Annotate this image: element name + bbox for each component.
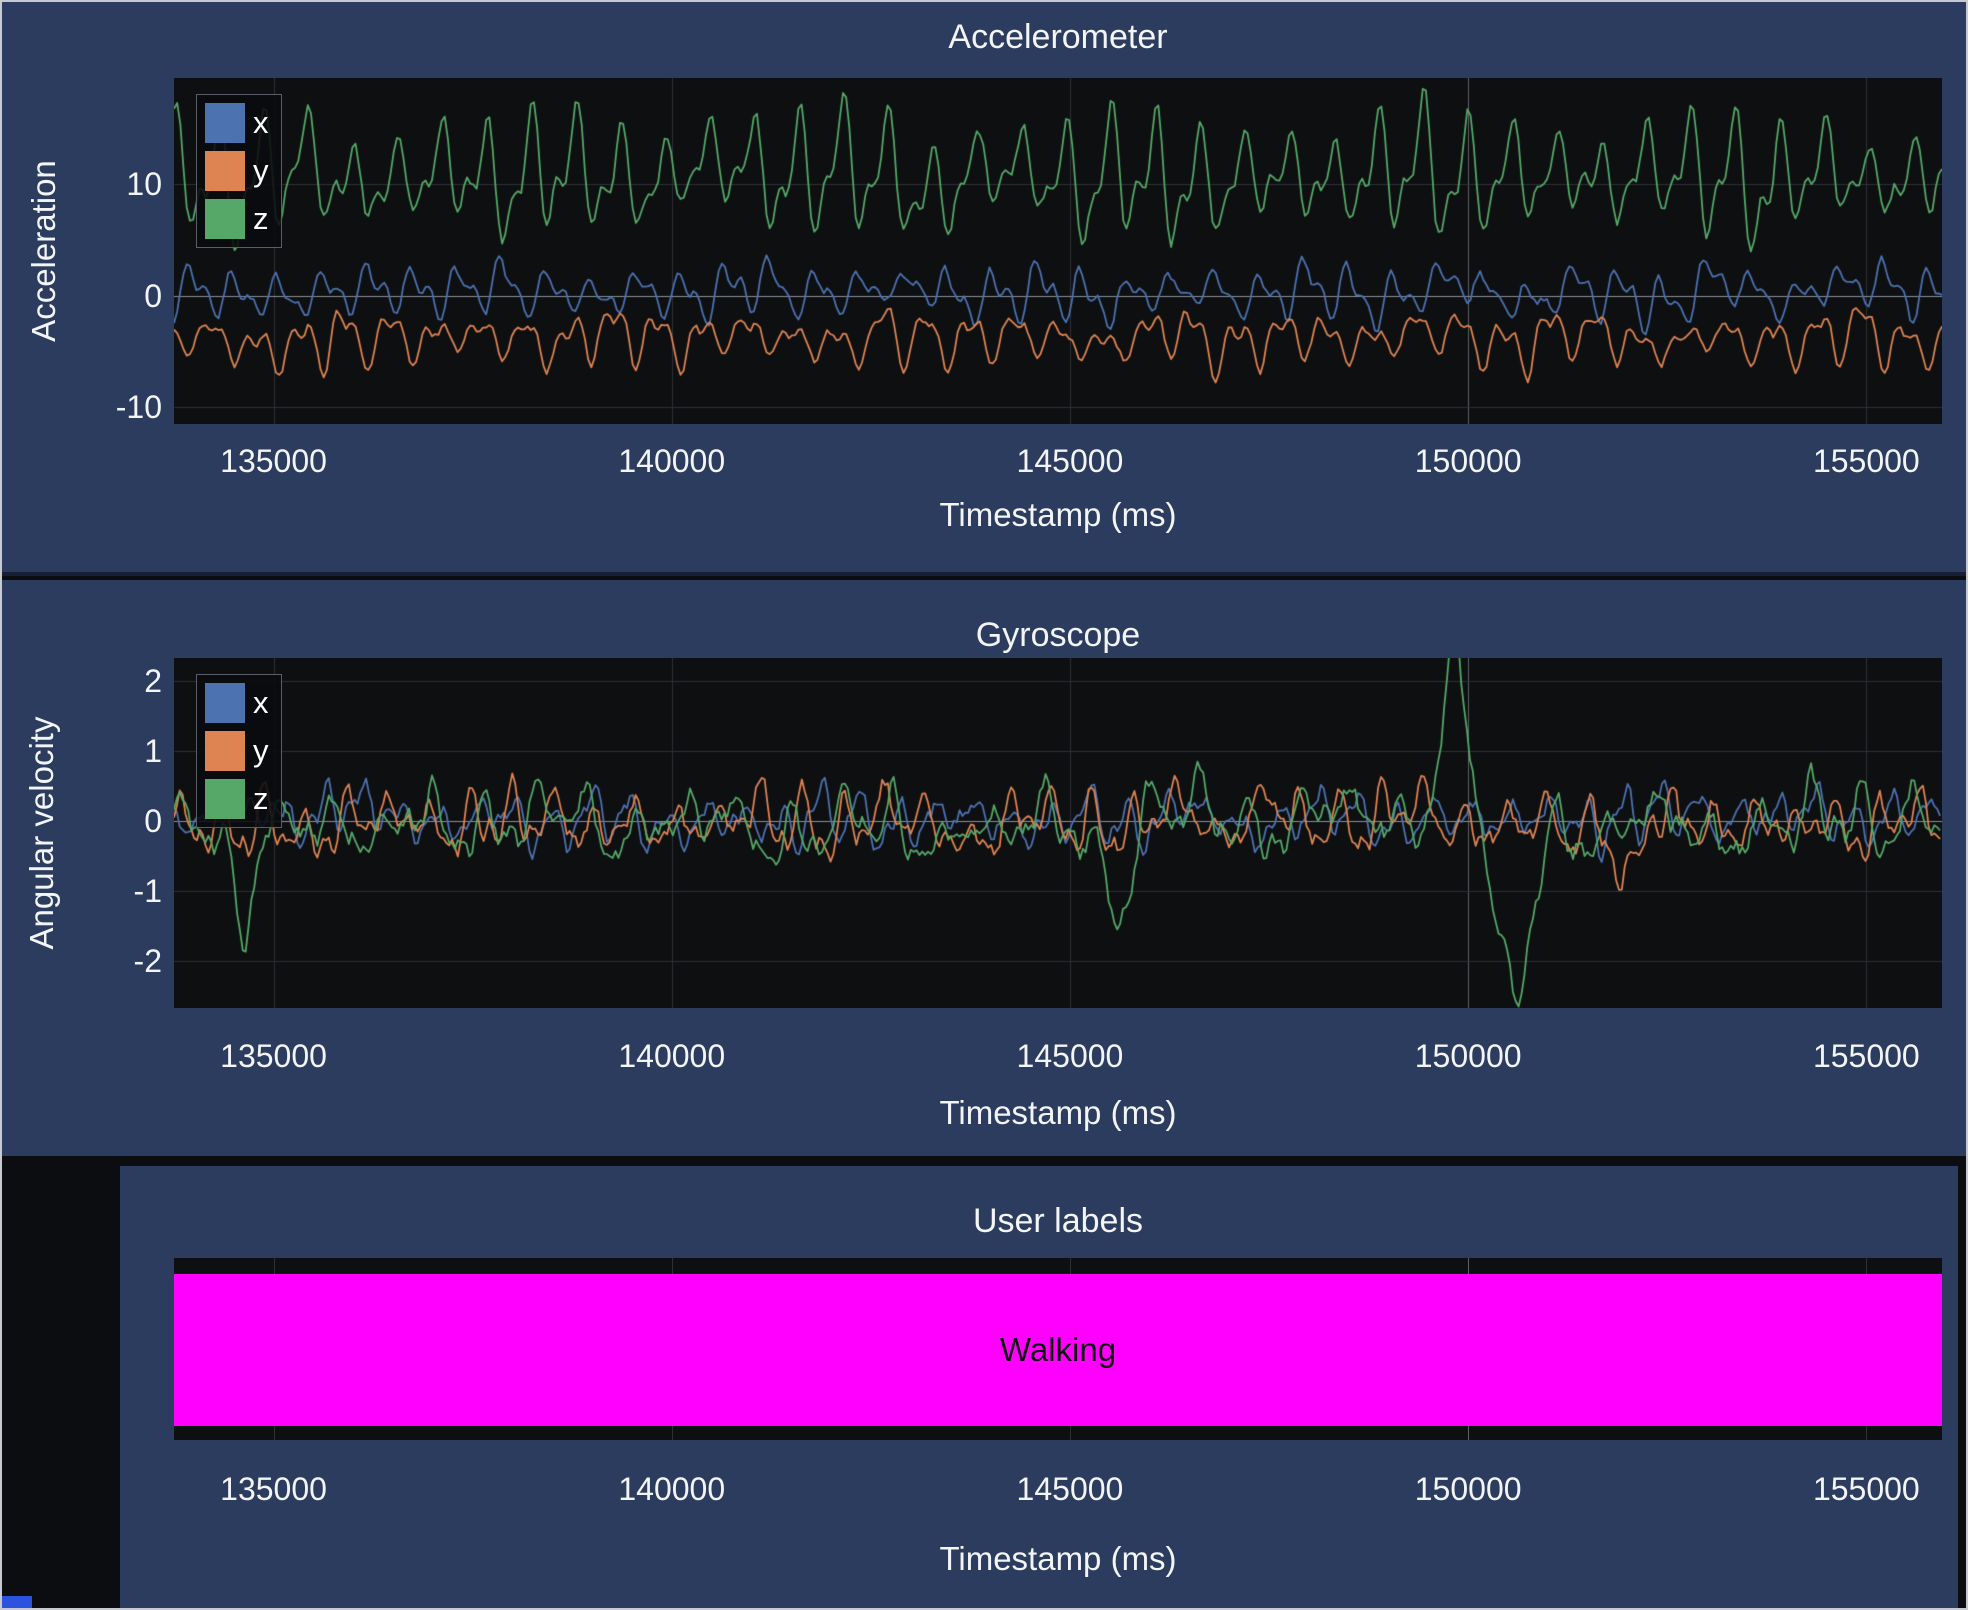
x-tick-label: 140000 [587,1468,757,1510]
legend-label: z [253,779,269,819]
legend-swatch-z [205,199,245,239]
band-label: Walking [1000,1331,1116,1369]
x-tick-label: 140000 [587,440,757,482]
gyroscope-plot[interactable]: xyz [174,658,1942,1008]
legend-label: y [253,731,269,771]
y-tick-label: 2 [12,660,162,702]
x-tick-label: 150000 [1383,440,1553,482]
x-tick-label: 155000 [1781,440,1951,482]
accelerometer-x-axis-label: Timestamp (ms) [174,494,1942,536]
x-tick-label: 140000 [587,1035,757,1077]
legend-label: z [253,199,269,239]
gyroscope-legend: xyz [196,674,282,828]
y-tick-label: -1 [12,870,162,912]
x-tick-label: 150000 [1383,1468,1553,1510]
x-tick-label: 145000 [985,1468,1155,1510]
legend-swatch-x [205,683,245,723]
legend-label: x [253,103,269,143]
legend-label: x [253,683,269,723]
y-tick-label: 1 [12,730,162,772]
x-tick-label: 150000 [1383,1035,1553,1077]
gyroscope-x-axis-label: Timestamp (ms) [174,1092,1942,1134]
x-tick-label: 135000 [189,440,359,482]
x-tick-label: 155000 [1781,1035,1951,1077]
x-tick-label: 135000 [189,1035,359,1077]
y-tick-label: 10 [12,163,162,205]
gyroscope-canvas[interactable] [174,658,1942,1008]
accelerometer-title: Accelerometer [174,16,1942,58]
y-tick-label: -2 [12,940,162,982]
x-tick-label: 135000 [189,1468,359,1510]
legend-item-z: z [205,199,269,239]
x-tick-label: 145000 [985,440,1155,482]
legend-swatch-y [205,151,245,191]
legend-item-z: z [205,779,269,819]
legend-swatch-y [205,731,245,771]
sensor-dashboard: Accelerometer Acceleration xyz Timestamp… [0,0,1968,1610]
legend-item-y: y [205,151,269,191]
legend-label: y [253,151,269,191]
legend-swatch-x [205,103,245,143]
walking-label-band[interactable]: Walking [174,1274,1942,1426]
user-labels-plot[interactable]: Walking [174,1258,1942,1440]
user-labels-section: User labels Walking Timestamp (ms) 13500… [2,1156,1966,1608]
accelerometer-canvas[interactable] [174,78,1942,424]
accelerometer-legend: xyz [196,94,282,248]
user-labels-title: User labels [174,1200,1942,1242]
user-labels-x-axis-label: Timestamp (ms) [174,1538,1942,1580]
x-tick-label: 145000 [985,1035,1155,1077]
legend-item-x: x [205,103,269,143]
corner-accent [2,1596,32,1608]
y-tick-label: -10 [12,386,162,428]
x-tick-label: 155000 [1781,1468,1951,1510]
accelerometer-y-axis-label: Acceleration [23,78,65,424]
gyroscope-panel: Gyroscope Angular velocity xyz Timestamp… [2,580,1966,1156]
y-tick-label: 0 [12,275,162,317]
legend-item-x: x [205,683,269,723]
y-tick-label: 0 [12,800,162,842]
accelerometer-plot[interactable]: xyz [174,78,1942,424]
legend-item-y: y [205,731,269,771]
legend-swatch-z [205,779,245,819]
gyroscope-title: Gyroscope [174,614,1942,656]
accelerometer-panel: Accelerometer Acceleration xyz Timestamp… [2,2,1966,576]
